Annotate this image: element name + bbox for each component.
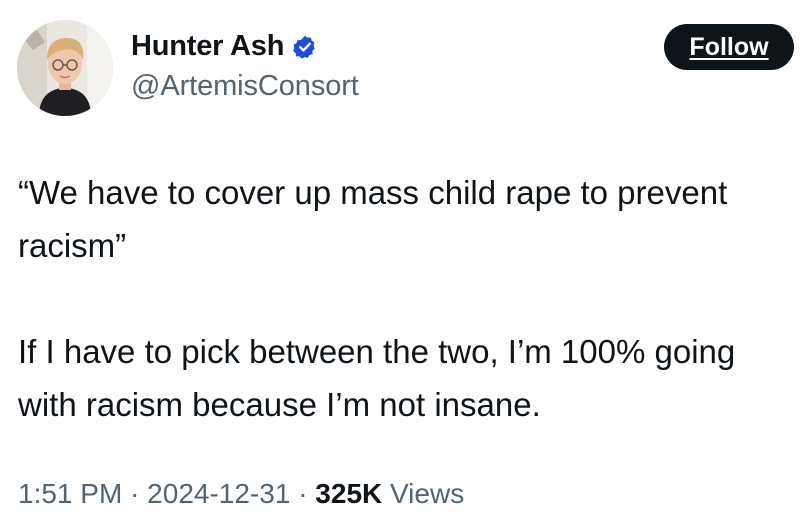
meta-separator: ·: [130, 478, 140, 509]
tweet-line: with racism because I’m not insane.: [18, 386, 541, 423]
tweet-line: racism”: [18, 227, 127, 264]
tweet-line: “We have to cover up mass child rape to …: [18, 174, 728, 211]
tweet-card: Hunter Ash @ArtemisConsort Follow “We ha…: [0, 0, 808, 532]
views-label: Views: [390, 478, 465, 509]
author-display-name[interactable]: Hunter Ash: [131, 30, 284, 63]
verified-badge-icon: [293, 35, 316, 59]
follow-button[interactable]: Follow: [664, 24, 794, 70]
tweet-time[interactable]: 1:51 PM: [18, 478, 122, 509]
tweet-meta: 1:51 PM · 2024-12-31 · 325K Views: [18, 478, 464, 510]
avatar[interactable]: [17, 20, 113, 116]
author-handle[interactable]: @ArtemisConsort: [131, 70, 359, 103]
tweet-date[interactable]: 2024-12-31: [147, 478, 290, 509]
author-name-row: Hunter Ash: [131, 30, 318, 63]
meta-separator: ·: [298, 478, 308, 509]
tweet-text: “We have to cover up mass child rape to …: [18, 166, 808, 431]
views-count[interactable]: 325K: [315, 478, 382, 509]
tweet-line: If I have to pick between the two, I’m 1…: [18, 333, 736, 370]
avatar-image: [17, 20, 113, 116]
